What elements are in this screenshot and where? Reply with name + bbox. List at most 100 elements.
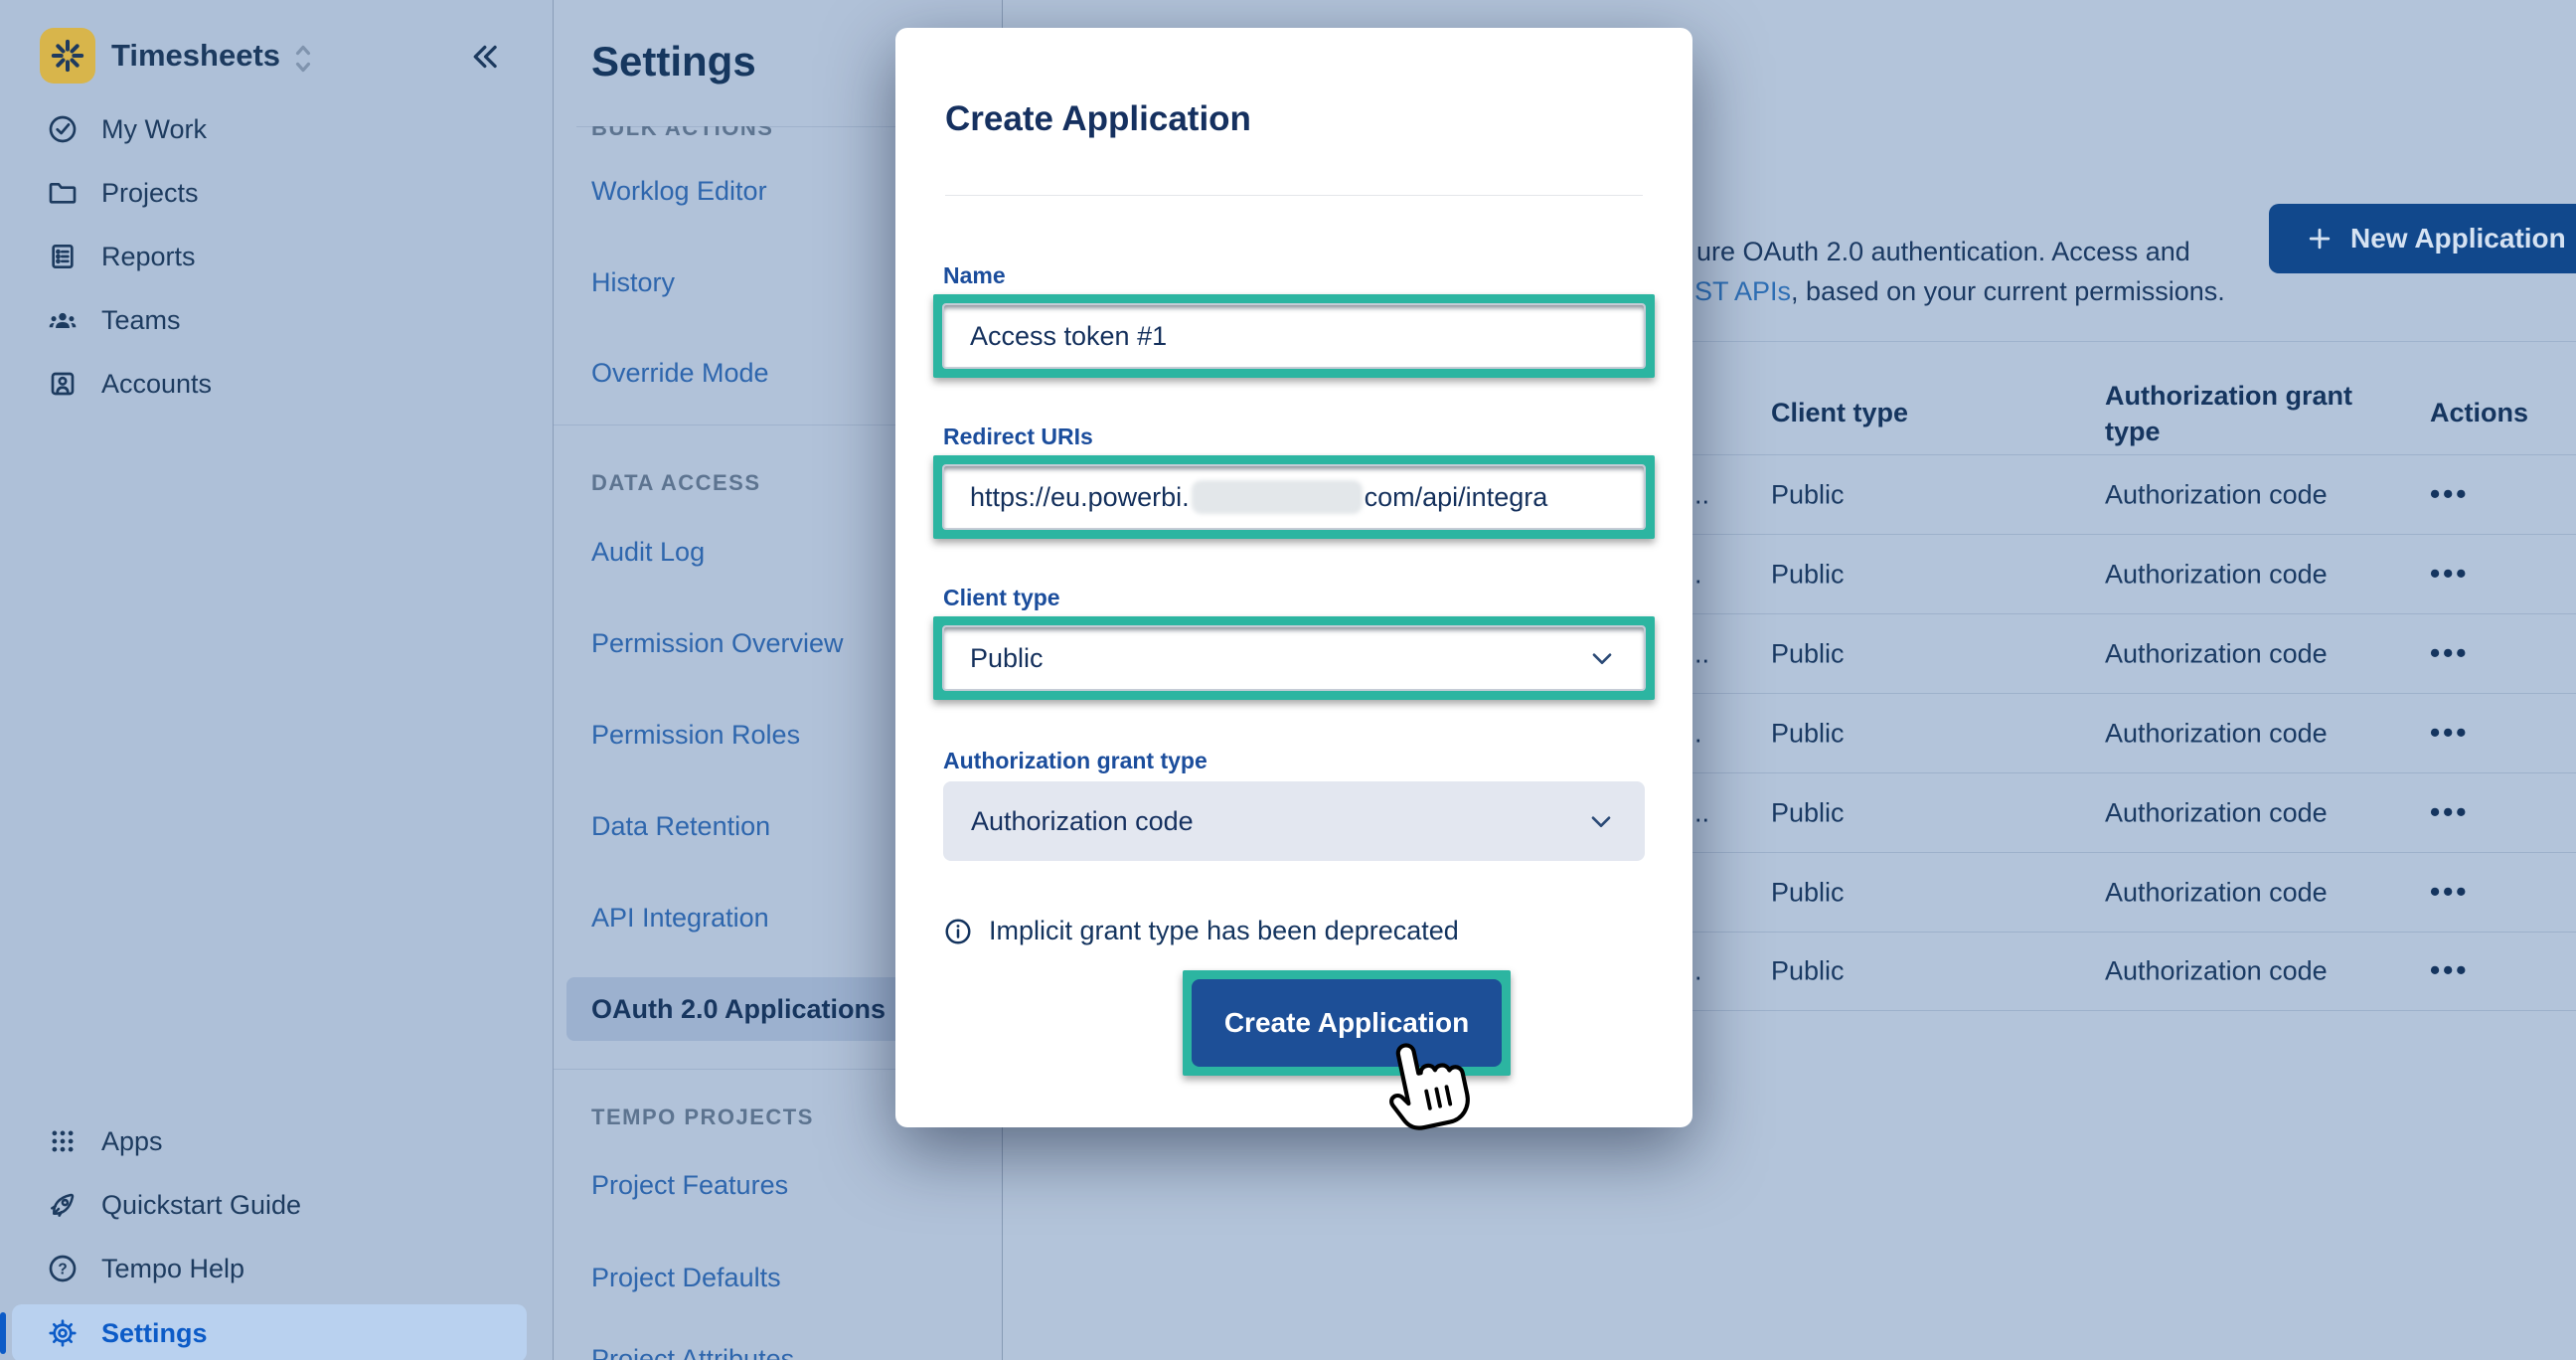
row-name-fragment: .. — [1694, 797, 1709, 828]
row-actions-menu-button[interactable]: ••• — [2430, 558, 2469, 591]
nav-link-project-features[interactable]: Project Features — [591, 1170, 788, 1201]
page-description-line2: ST APIs, based on your current permissio… — [1694, 276, 2225, 307]
sidebar-item-accounts[interactable]: Accounts — [0, 352, 553, 416]
primary-sidebar: Timesheets My Work — [0, 0, 554, 1360]
teams-people-icon — [46, 303, 80, 337]
row-grant-type: Authorization code — [2105, 956, 2328, 987]
client-type-label: Client type — [943, 585, 1060, 611]
nav-link-data-retention[interactable]: Data Retention — [591, 811, 770, 842]
modal-title: Create Application — [945, 99, 1251, 139]
info-icon — [943, 917, 973, 946]
deprecation-note: Implicit grant type has been deprecated — [943, 916, 1459, 946]
sidebar-item-label: Apps — [101, 1126, 163, 1157]
settings-panel-title: Settings — [591, 38, 756, 85]
nav-link-override-mode[interactable]: Override Mode — [591, 358, 769, 389]
chevron-down-icon — [1586, 642, 1618, 674]
sidebar-item-label: Accounts — [101, 369, 212, 400]
sidebar-item-label: Projects — [101, 178, 199, 209]
nav-link-api-integration[interactable]: API Integration — [591, 903, 769, 934]
collapse-sidebar-icon[interactable] — [465, 38, 505, 78]
row-client-type: Public — [1771, 797, 1845, 828]
app-switcher[interactable]: Timesheets — [0, 0, 553, 111]
row-actions-menu-button[interactable]: ••• — [2430, 478, 2469, 511]
sidebar-item-apps[interactable]: Apps — [0, 1109, 553, 1173]
sidebar-item-label: Teams — [101, 305, 181, 336]
section-tempo-projects: TEMPO PROJECTS — [591, 1105, 814, 1130]
row-name-fragment: .. — [1694, 638, 1709, 669]
name-field-highlight: Access token #1 — [933, 294, 1655, 378]
nav-link-project-defaults[interactable]: Project Defaults — [591, 1263, 781, 1293]
row-client-type: Public — [1771, 877, 1845, 908]
column-header-actions: Actions — [2430, 398, 2528, 428]
row-client-type: Public — [1771, 718, 1845, 749]
create-application-modal: Create Application Name Access token #1 … — [895, 28, 1692, 1127]
page-description-line2-rest: , based on your current permissions. — [1791, 276, 2225, 306]
redirect-uris-label: Redirect URIs — [943, 424, 1093, 450]
section-data-access: DATA ACCESS — [591, 470, 761, 496]
row-name-fragment: . — [1694, 559, 1702, 590]
check-circle-icon — [46, 112, 80, 146]
sidebar-item-label: Settings — [101, 1318, 208, 1349]
apps-grid-icon — [46, 1124, 80, 1158]
divider — [945, 195, 1643, 196]
row-grant-type: Authorization code — [2105, 479, 2328, 510]
page-description-line1: ure OAuth 2.0 authentication. Access and — [1696, 237, 2190, 267]
name-input[interactable]: Access token #1 — [942, 303, 1646, 369]
row-actions-menu-button[interactable]: ••• — [2430, 717, 2469, 750]
sidebar-item-label: Tempo Help — [101, 1254, 244, 1284]
sidebar-item-reports[interactable]: Reports — [0, 225, 553, 288]
new-application-button[interactable]: New Application — [2269, 204, 2576, 273]
row-client-type: Public — [1771, 479, 1845, 510]
account-card-icon — [46, 367, 80, 401]
client-type-select[interactable]: Public — [942, 625, 1646, 691]
chevron-down-icon — [1585, 805, 1617, 837]
nav-link-permission-overview[interactable]: Permission Overview — [591, 628, 844, 659]
redirect-uris-highlight: https://eu.powerbi.com/api/integra — [933, 455, 1655, 539]
sidebar-item-teams[interactable]: Teams — [0, 288, 553, 352]
client-type-highlight: Public — [933, 616, 1655, 700]
row-client-type: Public — [1771, 956, 1845, 987]
app-switcher-chevrons-icon[interactable] — [286, 40, 320, 78]
row-name-fragment: . — [1694, 718, 1702, 749]
column-header-grant-type: Authorization grant type — [2105, 378, 2403, 449]
nav-link-worklog-editor[interactable]: Worklog Editor — [591, 176, 767, 207]
help-circle-icon: ? — [46, 1252, 80, 1285]
column-header-client-type: Client type — [1771, 398, 1908, 428]
sidebar-item-tempo-help[interactable]: ? Tempo Help — [0, 1237, 553, 1300]
grant-type-label: Authorization grant type — [943, 748, 1208, 774]
svg-text:?: ? — [58, 1262, 67, 1278]
row-grant-type: Authorization code — [2105, 559, 2328, 590]
row-grant-type: Authorization code — [2105, 797, 2328, 828]
starburst-icon — [48, 36, 87, 76]
nav-link-audit-log[interactable]: Audit Log — [591, 537, 705, 568]
sidebar-item-label: Reports — [101, 242, 196, 272]
sidebar-item-quickstart[interactable]: Quickstart Guide — [0, 1173, 553, 1237]
row-actions-menu-button[interactable]: ••• — [2430, 637, 2469, 670]
sidebar-item-my-work[interactable]: My Work — [0, 97, 553, 161]
row-name-fragment: . — [1694, 956, 1702, 987]
sidebar-item-label: Quickstart Guide — [101, 1190, 301, 1221]
nav-link-history[interactable]: History — [591, 267, 675, 298]
sidebar-item-settings[interactable]: Settings — [0, 1301, 553, 1360]
clipped-section-bulk-actions: BULK ACTIONS — [591, 126, 889, 143]
app-title: Timesheets — [111, 38, 280, 74]
plus-icon — [2305, 224, 2334, 254]
row-client-type: Public — [1771, 638, 1845, 669]
app-window: Timesheets My Work — [0, 0, 2576, 1360]
name-field-label: Name — [943, 262, 1006, 289]
row-actions-menu-button[interactable]: ••• — [2430, 796, 2469, 829]
row-actions-menu-button[interactable]: ••• — [2430, 876, 2469, 909]
grant-type-select[interactable]: Authorization code — [943, 781, 1645, 861]
folder-icon — [46, 176, 80, 210]
redirect-uris-input[interactable]: https://eu.powerbi.com/api/integra — [942, 464, 1646, 530]
redacted-text-blur — [1192, 480, 1363, 514]
sidebar-item-projects[interactable]: Projects — [0, 161, 553, 225]
row-actions-menu-button[interactable]: ••• — [2430, 955, 2469, 988]
row-client-type: Public — [1771, 559, 1845, 590]
row-grant-type: Authorization code — [2105, 877, 2328, 908]
rest-apis-link[interactable]: ST APIs — [1694, 276, 1791, 306]
sidebar-item-label: My Work — [101, 114, 207, 145]
row-grant-type: Authorization code — [2105, 718, 2328, 749]
nav-link-project-attributes-clipped[interactable]: Project Attributes — [591, 1344, 794, 1360]
nav-link-permission-roles[interactable]: Permission Roles — [591, 720, 800, 751]
